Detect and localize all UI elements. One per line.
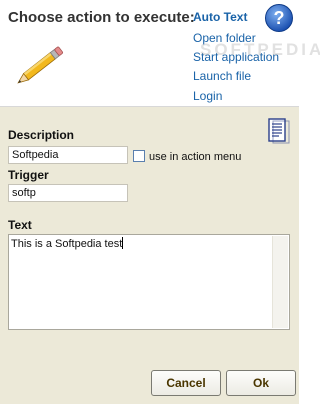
text-area-value: This is a Softpedia test xyxy=(11,238,123,250)
ok-button[interactable]: Ok xyxy=(226,370,296,396)
action-link-login[interactable]: Login xyxy=(193,89,222,103)
text-area-scrollbar[interactable] xyxy=(272,236,288,328)
text-caret xyxy=(122,237,124,249)
text-area[interactable]: This is a Softpedia test xyxy=(8,234,290,330)
use-in-action-menu-checkbox[interactable] xyxy=(133,150,145,162)
header-title: Choose action to execute: xyxy=(8,9,195,26)
action-header: Choose action to execute: Auto Text Open… xyxy=(0,0,320,107)
action-link-launch-file[interactable]: Launch file xyxy=(193,69,251,83)
text-label: Text xyxy=(8,218,32,232)
description-label: Description xyxy=(8,128,75,142)
svg-text:?: ? xyxy=(274,8,285,28)
trigger-field[interactable]: softp xyxy=(8,184,128,202)
cancel-button[interactable]: Cancel xyxy=(151,370,221,396)
trigger-label: Trigger xyxy=(8,168,49,182)
description-field[interactable]: Softpedia xyxy=(8,146,128,164)
help-icon[interactable]: ? xyxy=(264,3,294,33)
document-icon[interactable] xyxy=(266,117,290,145)
text-area-content: This is a Softpedia test xyxy=(11,237,124,250)
use-in-action-menu-label[interactable]: use in action menu xyxy=(149,151,241,163)
action-link-auto-text[interactable]: Auto Text xyxy=(193,10,247,24)
pencil-icon xyxy=(17,46,63,84)
watermark: SOFTPEDIA xyxy=(200,40,320,59)
